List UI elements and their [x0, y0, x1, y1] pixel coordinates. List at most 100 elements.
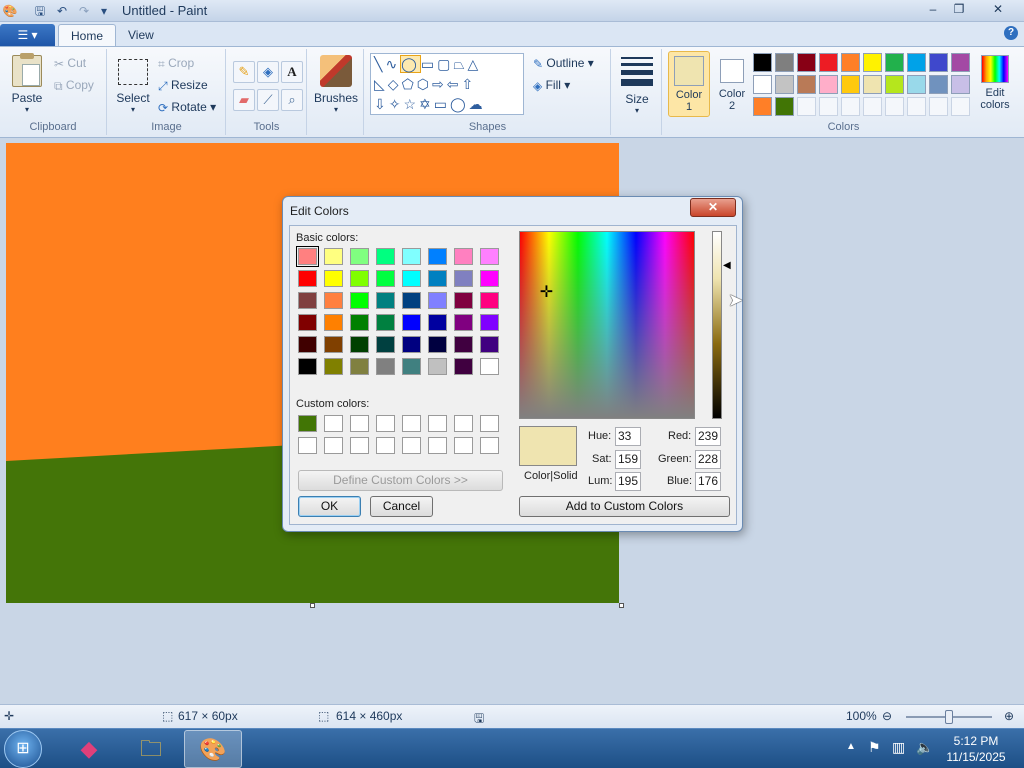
basic-color-swatch[interactable]: [376, 270, 395, 287]
brushes-button[interactable]: Brushes ▾: [314, 53, 358, 117]
basic-color-swatch[interactable]: [324, 336, 343, 353]
paint-taskbar-icon[interactable]: 🎨: [184, 730, 242, 768]
right-triangle-shape-icon[interactable]: ◺: [374, 76, 388, 92]
basic-color-swatch[interactable]: [454, 292, 473, 309]
left-arrow-shape-icon[interactable]: ⇦: [447, 76, 462, 92]
basic-color-swatch[interactable]: [324, 314, 343, 331]
palette-swatch[interactable]: [775, 97, 794, 116]
palette-swatch[interactable]: [885, 97, 904, 116]
basic-color-swatch[interactable]: [296, 246, 319, 267]
color2-button[interactable]: Color 2: [713, 51, 751, 117]
network-icon[interactable]: ▥: [892, 739, 905, 756]
custom-color-swatch[interactable]: [454, 437, 473, 454]
triangle-shape-icon[interactable]: △: [468, 56, 482, 72]
basic-color-swatch[interactable]: [480, 358, 499, 375]
save-icon[interactable]: 🖫: [32, 3, 48, 19]
cut-button[interactable]: ✂ Cut: [54, 53, 86, 73]
line-shape-icon[interactable]: ╲: [374, 56, 385, 72]
text-tool-icon[interactable]: A: [281, 61, 303, 83]
basic-color-swatch[interactable]: [350, 358, 369, 375]
basic-color-swatch[interactable]: [350, 292, 369, 309]
basic-color-swatch[interactable]: [298, 358, 317, 375]
palette-swatch[interactable]: [819, 97, 838, 116]
add-to-custom-colors-button[interactable]: Add to Custom Colors: [519, 496, 730, 517]
basic-color-swatch[interactable]: [324, 292, 343, 309]
undo-icon[interactable]: ↶: [54, 3, 70, 19]
basic-color-swatch[interactable]: [402, 314, 421, 331]
luminosity-slider[interactable]: [712, 231, 722, 419]
palette-swatch[interactable]: [951, 53, 970, 72]
basic-color-swatch[interactable]: [298, 314, 317, 331]
palette-swatch[interactable]: [907, 75, 926, 94]
tab-view[interactable]: View: [116, 24, 166, 46]
palette-swatch[interactable]: [797, 75, 816, 94]
canvas-resize-handle-corner[interactable]: [619, 603, 624, 608]
palette-swatch[interactable]: [929, 97, 948, 116]
show-hidden-icons-icon[interactable]: ▲: [846, 741, 856, 752]
basic-color-swatch[interactable]: [376, 336, 395, 353]
basic-color-swatch[interactable]: [402, 292, 421, 309]
file-menu-button[interactable]: ☰ ▾: [0, 24, 55, 46]
rounded-rectangle-shape-icon[interactable]: ▢: [437, 56, 453, 72]
palette-swatch[interactable]: [797, 97, 816, 116]
palette-swatch[interactable]: [753, 75, 772, 94]
callout-cloud-shape-icon[interactable]: ☁: [469, 96, 486, 112]
basic-color-swatch[interactable]: [298, 336, 317, 353]
basic-color-swatch[interactable]: [480, 314, 499, 331]
palette-swatch[interactable]: [885, 53, 904, 72]
palette-swatch[interactable]: [819, 53, 838, 72]
basic-color-swatch[interactable]: [428, 248, 447, 265]
zoom-slider-thumb[interactable]: [945, 710, 953, 724]
start-button[interactable]: ⊞: [4, 730, 42, 768]
basic-color-swatch[interactable]: [454, 358, 473, 375]
basic-color-swatch[interactable]: [480, 270, 499, 287]
oval-shape-icon[interactable]: ◯: [400, 55, 421, 73]
palette-swatch[interactable]: [753, 53, 772, 72]
basic-color-swatch[interactable]: [454, 336, 473, 353]
palette-swatch[interactable]: [951, 97, 970, 116]
basic-color-swatch[interactable]: [480, 292, 499, 309]
callout-oval-shape-icon[interactable]: ◯: [450, 96, 469, 112]
custom-color-swatch[interactable]: [428, 415, 447, 432]
custom-color-swatch[interactable]: [350, 415, 369, 432]
palette-swatch[interactable]: [951, 75, 970, 94]
quick-access-dropdown-icon[interactable]: ▾: [96, 3, 112, 19]
palette-swatch[interactable]: [841, 53, 860, 72]
palette-swatch[interactable]: [841, 75, 860, 94]
color1-button[interactable]: Color 1: [668, 51, 710, 117]
luminosity-arrow-icon[interactable]: ◀: [723, 260, 731, 271]
color-spectrum-matrix[interactable]: ✛: [519, 231, 695, 419]
basic-color-swatch[interactable]: [480, 336, 499, 353]
basic-color-swatch[interactable]: [428, 270, 447, 287]
custom-color-swatch[interactable]: [324, 437, 343, 454]
basic-color-swatch[interactable]: [402, 358, 421, 375]
palette-swatch[interactable]: [841, 97, 860, 116]
maximize-button[interactable]: ❐: [946, 1, 972, 19]
copy-button[interactable]: ⧉ Copy: [54, 75, 94, 95]
pentagon-shape-icon[interactable]: ⬠: [402, 76, 417, 92]
basic-color-swatch[interactable]: [428, 336, 447, 353]
five-point-star-shape-icon[interactable]: ☆: [403, 96, 419, 112]
pencil-icon[interactable]: ✎: [233, 61, 255, 83]
custom-color-swatch[interactable]: [480, 437, 499, 454]
eraser-icon[interactable]: ▰: [233, 89, 255, 111]
diamond-shape-icon[interactable]: ◇: [388, 76, 402, 92]
taskbar-app-icon-1[interactable]: ◆: [60, 730, 118, 768]
custom-color-swatch[interactable]: [298, 415, 317, 432]
file-explorer-icon[interactable]: 🗀: [122, 730, 180, 768]
rotate-button[interactable]: ⟳ Rotate ▾: [158, 97, 216, 117]
basic-color-swatch[interactable]: [402, 270, 421, 287]
edit-colors-button[interactable]: Edit colors: [975, 53, 1015, 119]
custom-color-swatch[interactable]: [480, 415, 499, 432]
outline-button[interactable]: ✎ Outline ▾: [533, 53, 594, 73]
sat-field[interactable]: 159: [615, 450, 641, 469]
blue-field[interactable]: 176: [695, 472, 721, 491]
select-button[interactable]: Select ▾: [114, 53, 152, 117]
basic-color-swatch[interactable]: [324, 248, 343, 265]
basic-color-swatch[interactable]: [350, 248, 369, 265]
dialog-close-button[interactable]: ✕: [690, 198, 736, 217]
basic-color-swatch[interactable]: [350, 336, 369, 353]
magnifier-icon[interactable]: ⌕: [281, 89, 303, 111]
palette-swatch[interactable]: [929, 75, 948, 94]
paste-button[interactable]: Paste ▾: [6, 53, 48, 117]
